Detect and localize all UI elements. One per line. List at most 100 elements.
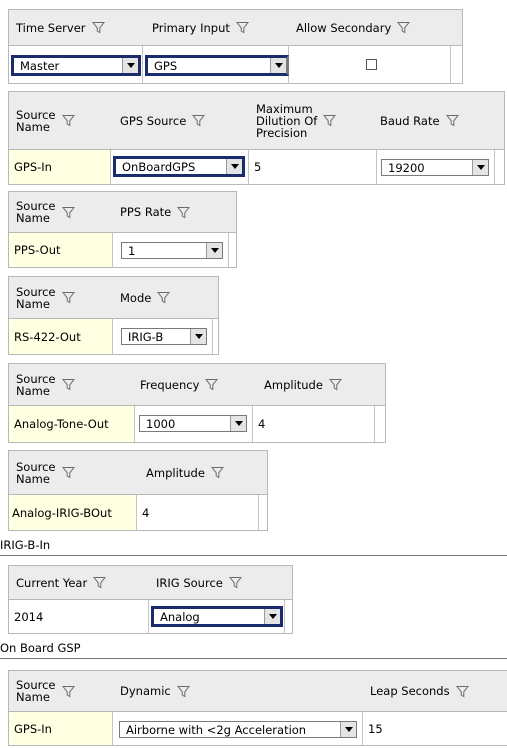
header-irig-source[interactable]: IRIG Source <box>149 566 289 599</box>
irig-source-select[interactable]: Analog <box>151 606 283 627</box>
header-time-server[interactable]: Time Server <box>9 10 143 45</box>
time-server-select[interactable]: Master <box>11 55 141 76</box>
header-source-name-label: Source Name <box>16 284 56 311</box>
header-source-name[interactable]: Source Name <box>9 451 133 494</box>
header-source-name-label: Source Name <box>16 678 56 704</box>
analog-tone-source-name: Analog-Tone-Out <box>14 417 109 431</box>
header-gps-source[interactable]: GPS Source <box>113 92 243 149</box>
current-year-value[interactable]: 2014 <box>14 610 43 624</box>
irig-b-in-grid: Current Year IRIG Source 2014 Analog <box>8 565 293 634</box>
header-source-name[interactable]: Source Name <box>9 364 133 405</box>
header-dynamic[interactable]: Dynamic <box>113 671 313 711</box>
header-amplitude[interactable]: Amplitude <box>139 451 265 494</box>
header-frequency[interactable]: Frequency <box>133 364 257 405</box>
section-divider <box>0 555 507 556</box>
max-dop-cell: 5 <box>249 150 377 184</box>
filter-icon[interactable] <box>205 378 218 391</box>
filter-icon[interactable] <box>62 291 75 304</box>
filter-icon[interactable] <box>62 466 75 479</box>
header-current-year-label: Current Year <box>16 575 88 590</box>
max-dop-value[interactable]: 5 <box>254 160 261 174</box>
header-dynamic-label: Dynamic <box>120 684 171 698</box>
frequency-select[interactable]: 1000 <box>139 415 247 432</box>
rs422-source-name-cell: RS-422-Out <box>9 319 113 354</box>
current-year-cell: 2014 <box>9 600 149 633</box>
filter-icon[interactable] <box>157 291 170 304</box>
filter-icon[interactable] <box>92 21 105 34</box>
allow-secondary-checkbox[interactable] <box>366 59 377 70</box>
dynamic-value: Airborne with <2g Acceleration <box>126 722 307 737</box>
header-source-name-label: Source Name <box>16 371 56 398</box>
filter-icon[interactable] <box>229 576 242 589</box>
rs422-source-name: RS-422-Out <box>14 329 81 344</box>
analog-irig-source-name: Analog-IRIG-BOut <box>12 505 112 520</box>
filter-icon[interactable] <box>446 114 459 127</box>
section-title-on-board-gsp: On Board GSP <box>0 641 81 655</box>
filter-icon[interactable] <box>323 114 336 127</box>
baud-rate-value: 19200 <box>388 160 425 175</box>
irig-b-in-header-row: Current Year IRIG Source <box>9 566 292 600</box>
chevron-down-icon[interactable] <box>270 58 286 73</box>
header-frequency-label: Frequency <box>140 377 200 392</box>
filter-icon[interactable] <box>192 114 205 127</box>
filter-icon[interactable] <box>177 685 190 698</box>
header-source-name-label: Source Name <box>16 199 56 225</box>
filter-icon[interactable] <box>456 685 469 698</box>
analog-irig-source-name-cell: Analog-IRIG-BOut <box>9 495 137 530</box>
baud-rate-select[interactable]: 19200 <box>381 159 489 176</box>
gps-data-row: GPS-In 5 OnBoardGPS 19200 <box>9 150 504 184</box>
pps-header-row: Source Name PPS Rate <box>9 192 236 233</box>
filter-icon[interactable] <box>93 576 106 589</box>
pps-rate-value: 1 <box>128 243 136 258</box>
filter-icon[interactable] <box>211 466 224 479</box>
header-amplitude[interactable]: Amplitude <box>257 364 383 405</box>
dynamic-select[interactable]: Airborne with <2g Acceleration <box>119 721 357 738</box>
amplitude-value[interactable]: 4 <box>258 417 265 431</box>
chevron-down-icon[interactable] <box>340 722 356 737</box>
header-source-name[interactable]: Source Name <box>9 92 109 149</box>
onboard-gsp-data-row: GPS-In 15 Airborne with <2g Acceleration <box>9 712 507 745</box>
chevron-down-icon[interactable] <box>230 416 246 431</box>
mode-select[interactable]: IRIG-B <box>121 328 207 345</box>
header-current-year[interactable]: Current Year <box>9 566 147 599</box>
gps-grid: Source Name GPS Source Maximum Dilution … <box>8 91 505 185</box>
filter-icon[interactable] <box>236 21 249 34</box>
filter-icon[interactable] <box>329 378 342 391</box>
gps-source-select[interactable]: OnBoardGPS <box>113 156 245 177</box>
chevron-down-icon[interactable] <box>190 329 206 344</box>
onboard-gsp-source-name-cell: GPS-In <box>9 712 113 745</box>
gps-source-name-cell: GPS-In <box>9 150 111 184</box>
chevron-down-icon[interactable] <box>122 58 138 73</box>
header-baud-rate[interactable]: Baud Rate <box>373 92 503 149</box>
header-source-name[interactable]: Source Name <box>9 671 111 711</box>
frequency-value: 1000 <box>146 416 176 431</box>
chevron-down-icon[interactable] <box>472 160 488 175</box>
header-primary-input[interactable]: Primary Input <box>145 10 285 45</box>
chevron-down-icon[interactable] <box>206 243 222 258</box>
amplitude-value[interactable]: 4 <box>142 506 149 520</box>
header-source-name[interactable]: Source Name <box>9 277 111 318</box>
header-source-name-label: Source Name <box>16 459 56 486</box>
header-mode[interactable]: Mode <box>113 277 213 318</box>
primary-input-select[interactable]: GPS <box>145 55 289 76</box>
header-gps-source-label: GPS Source <box>120 113 187 128</box>
pps-rate-select[interactable]: 1 <box>121 242 223 259</box>
chevron-down-icon[interactable] <box>226 159 242 174</box>
filter-icon[interactable] <box>177 206 190 219</box>
filter-icon[interactable] <box>62 685 75 698</box>
gps-header-row: Source Name GPS Source Maximum Dilution … <box>9 92 504 150</box>
chevron-down-icon[interactable] <box>264 609 280 624</box>
header-allow-secondary[interactable]: Allow Secondary <box>289 10 459 45</box>
irig-b-in-data-row: 2014 Analog <box>9 600 292 633</box>
rs422-header-row: Source Name Mode <box>9 277 218 319</box>
header-pps-rate[interactable]: PPS Rate <box>113 192 233 232</box>
amplitude-cell: 4 <box>137 495 259 530</box>
filter-icon[interactable] <box>62 206 75 219</box>
filter-icon[interactable] <box>397 21 410 34</box>
header-leap-seconds[interactable]: Leap Seconds <box>363 671 507 711</box>
filter-icon[interactable] <box>62 114 75 127</box>
filter-icon[interactable] <box>62 378 75 391</box>
leap-seconds-value[interactable]: 15 <box>368 722 383 736</box>
header-max-dop[interactable]: Maximum Dilution Of Precision <box>249 92 377 149</box>
header-source-name[interactable]: Source Name <box>9 192 111 232</box>
